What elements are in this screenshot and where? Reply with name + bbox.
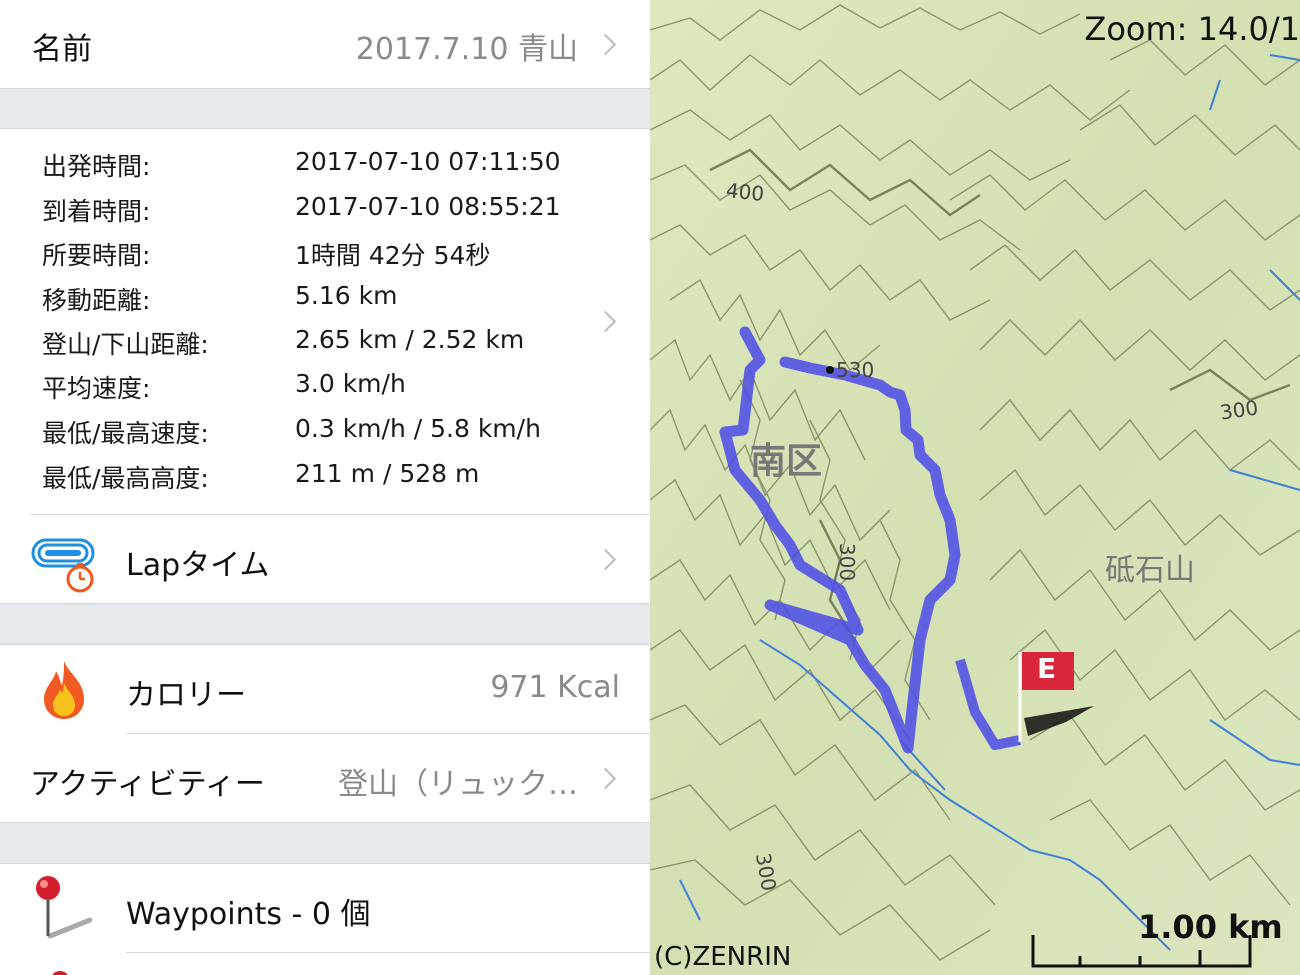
stat-row-speed-range: 最低/最高速度: 0.3 km/h / 5.8 km/h (0, 414, 600, 458)
stat-label: 所要時間: (42, 241, 151, 270)
section-gap (0, 823, 650, 863)
stat-value: 1時間 42分 54秒 (295, 241, 491, 270)
name-label: 名前 (32, 32, 92, 67)
chevron-right-icon (594, 548, 617, 571)
waypoints-row[interactable]: Waypoints - 0 個 (0, 864, 650, 952)
partial-icon (52, 971, 68, 975)
mountain-label: 砥石山 (1105, 553, 1195, 588)
waypoints-label: Waypoints - 0 個 (126, 897, 371, 932)
chevron-right-icon (594, 33, 617, 56)
topographic-map[interactable] (650, 0, 1300, 975)
stat-label: 最低/最高高度: (42, 464, 209, 493)
stopwatch-track-icon (31, 538, 95, 593)
flame-icon (44, 661, 84, 719)
calorie-row: カロリー 971 Kcal (0, 645, 650, 733)
stat-label: 移動距離: (42, 286, 151, 315)
stat-value: 2017-07-10 08:55:21 (295, 192, 561, 221)
chevron-right-icon (594, 767, 617, 790)
stat-row-departure: 出発時間: 2017-07-10 07:11:50 (0, 147, 600, 191)
lap-time-row[interactable]: Lapタイム (0, 515, 650, 603)
peak-label: 530 (836, 358, 875, 382)
end-flag-label: E (1037, 652, 1057, 685)
stat-value: 5.16 km (295, 281, 398, 310)
stat-label: 平均速度: (42, 374, 151, 403)
map-view[interactable]: Zoom: 14.0/1 南区 砥石山 530 400 300 300 300 … (650, 0, 1300, 975)
section-gap (0, 89, 650, 128)
stat-row-up-down-distance: 登山/下山距離: 2.65 km / 2.52 km (0, 325, 600, 369)
activity-row[interactable]: アクティビティー 登山（リュック… (0, 734, 650, 822)
name-row[interactable]: 名前 2017.7.10 青山 (0, 0, 650, 88)
stat-row-arrival: 到着時間: 2017-07-10 08:55:21 (0, 192, 600, 236)
stat-row-distance: 移動距離: 5.16 km (0, 281, 600, 325)
zoom-indicator: Zoom: 14.0/1 (1084, 10, 1300, 48)
copyright-label: (C)ZENRIN (654, 942, 792, 972)
stat-label: 出発時間: (42, 152, 151, 181)
stat-label: 到着時間: (42, 197, 151, 226)
scale-label: 1.00 km (1138, 908, 1283, 946)
stat-value: 211 m / 528 m (295, 459, 480, 488)
contour-label: 300 (835, 542, 860, 582)
activity-label: アクティビティー (30, 767, 265, 802)
stats-section[interactable]: 出発時間: 2017-07-10 07:11:50 到着時間: 2017-07-… (0, 129, 650, 514)
calorie-value: 971 Kcal (490, 670, 620, 705)
calorie-label: カロリー (126, 678, 246, 713)
peak-marker (826, 366, 834, 374)
stat-label: 最低/最高速度: (42, 419, 209, 448)
stat-value: 3.0 km/h (295, 369, 406, 398)
track-detail-panel: 名前 2017.7.10 青山 出発時間: 2017-07-10 07:11:5… (0, 0, 650, 975)
lap-time-label: Lapタイム (126, 548, 270, 583)
stat-row-altitude-range: 最低/最高高度: 211 m / 528 m (0, 459, 600, 503)
stat-value: 2017-07-10 07:11:50 (295, 147, 561, 176)
stat-row-duration: 所要時間: 1時間 42分 54秒 (0, 236, 600, 280)
stat-label: 登山/下山距離: (42, 330, 209, 359)
section-gap (0, 604, 650, 644)
activity-value: 登山（リュック… (338, 767, 578, 802)
name-value: 2017.7.10 青山 (355, 32, 578, 67)
contour-label: 400 (724, 178, 766, 206)
district-label: 南区 (750, 441, 823, 482)
stat-row-avg-speed: 平均速度: 3.0 km/h (0, 369, 600, 413)
next-row-partial[interactable] (0, 953, 650, 975)
stat-value: 0.3 km/h / 5.8 km/h (295, 414, 541, 443)
map-pin-icon (36, 876, 93, 939)
stat-value: 2.65 km / 2.52 km (295, 325, 525, 354)
